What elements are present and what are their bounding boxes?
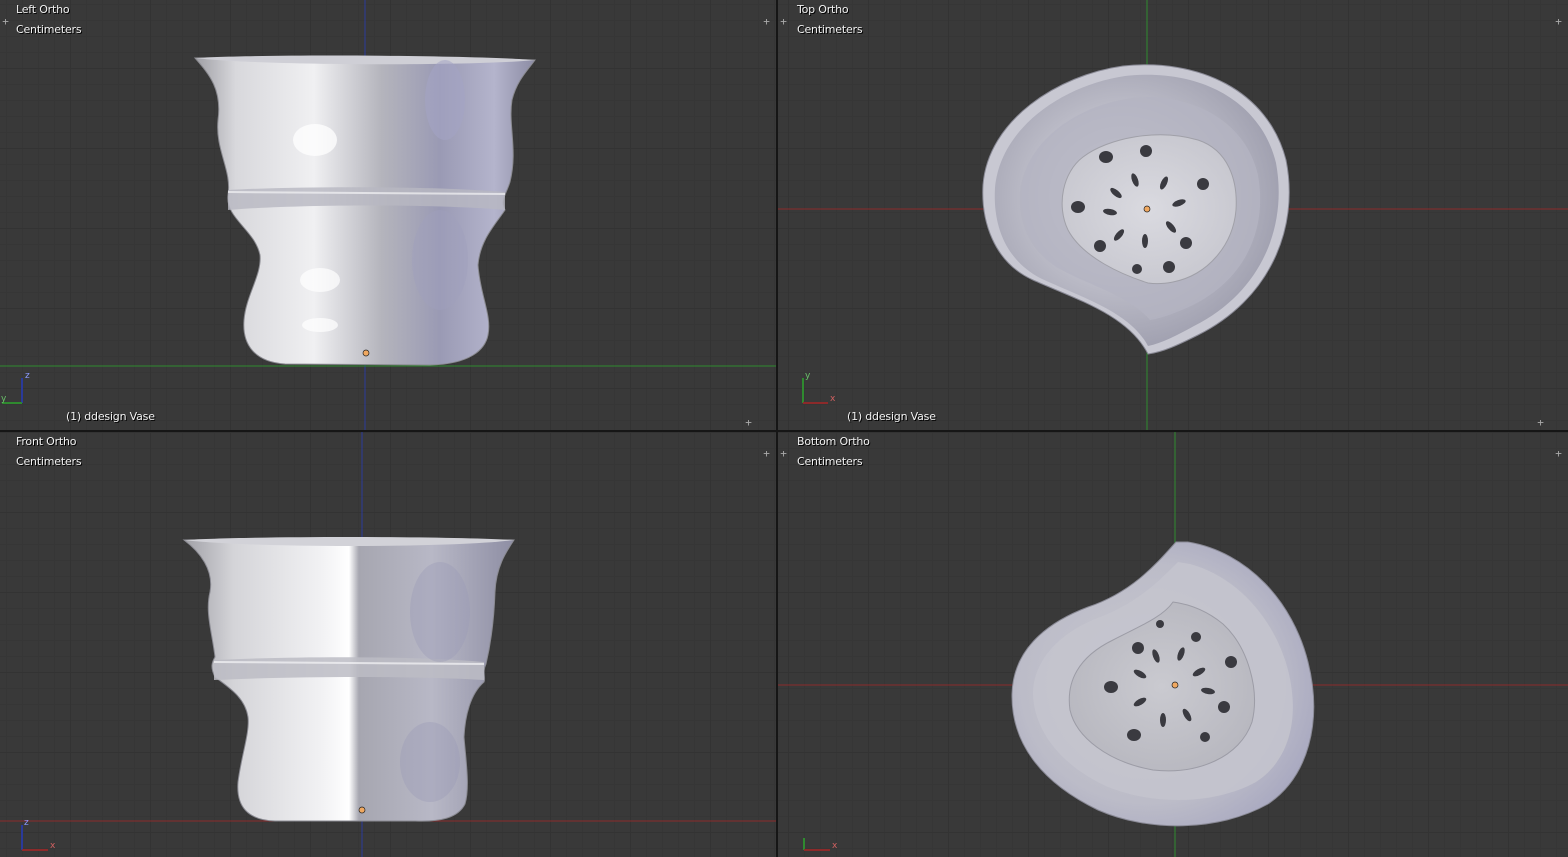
- axis-gizmo: [802, 378, 828, 404]
- region-toggle-bottom-icon[interactable]: +: [743, 417, 754, 428]
- axis-label-z: z: [24, 818, 29, 828]
- axis-label-z: z: [25, 371, 30, 381]
- region-toggle-left-icon[interactable]: +: [778, 16, 789, 27]
- region-toggle-right-icon[interactable]: +: [1553, 448, 1564, 459]
- origin-point: [362, 349, 370, 357]
- origin-point: [358, 806, 366, 814]
- axis-label-y: y: [805, 371, 811, 381]
- axis-gizmo: [803, 838, 830, 851]
- axis-label-x: x: [830, 394, 836, 404]
- region-toggle-right-icon[interactable]: +: [1553, 16, 1564, 27]
- axis-label-x: x: [50, 841, 56, 851]
- units-label: Centimeters: [797, 455, 863, 468]
- viewport-divider-vertical[interactable]: [776, 0, 778, 857]
- object-label: (1) ddesign Vase: [66, 410, 155, 423]
- origin-point: [1171, 681, 1179, 689]
- axis-label-x: x: [832, 841, 838, 851]
- vase-mesh: [182, 539, 515, 822]
- view-name: Left Ortho: [16, 3, 70, 16]
- viewport-divider-horizontal[interactable]: [0, 430, 1568, 432]
- view-name: Front Ortho: [16, 435, 77, 448]
- region-toggle-right-icon[interactable]: +: [761, 16, 772, 27]
- object-label: (1) ddesign Vase: [847, 410, 936, 423]
- viewport-front-ortho[interactable]: z x Front Ortho Centimeters +: [0, 432, 776, 857]
- vase-front-view: z x: [0, 432, 776, 857]
- view-name: Top Ortho: [797, 3, 849, 16]
- axis-label-y: y: [1, 394, 7, 404]
- viewport-left-ortho[interactable]: z y Left Ortho Centimeters (1) ddesign V…: [0, 0, 776, 430]
- axis-gizmo: [21, 825, 48, 851]
- vase-bottom-view: x: [778, 432, 1568, 857]
- region-toggle-bottom-icon[interactable]: +: [1535, 417, 1546, 428]
- vase-side-view: z y: [0, 0, 776, 430]
- viewport-bottom-ortho[interactable]: x Bottom Ortho Centimeters + +: [778, 432, 1568, 857]
- origin-point: [1143, 205, 1151, 213]
- region-toggle-left-icon[interactable]: +: [0, 16, 11, 27]
- region-toggle-right-icon[interactable]: +: [761, 448, 772, 459]
- vase-top-view: y x: [778, 0, 1568, 430]
- region-toggle-left-icon[interactable]: +: [778, 448, 789, 459]
- units-label: Centimeters: [16, 455, 82, 468]
- viewport-top-ortho[interactable]: y x Top Ortho Centimeters (1) ddesign Va…: [778, 0, 1568, 430]
- view-name: Bottom Ortho: [797, 435, 870, 448]
- vase-mesh: [193, 57, 536, 366]
- units-label: Centimeters: [16, 23, 82, 36]
- units-label: Centimeters: [797, 23, 863, 36]
